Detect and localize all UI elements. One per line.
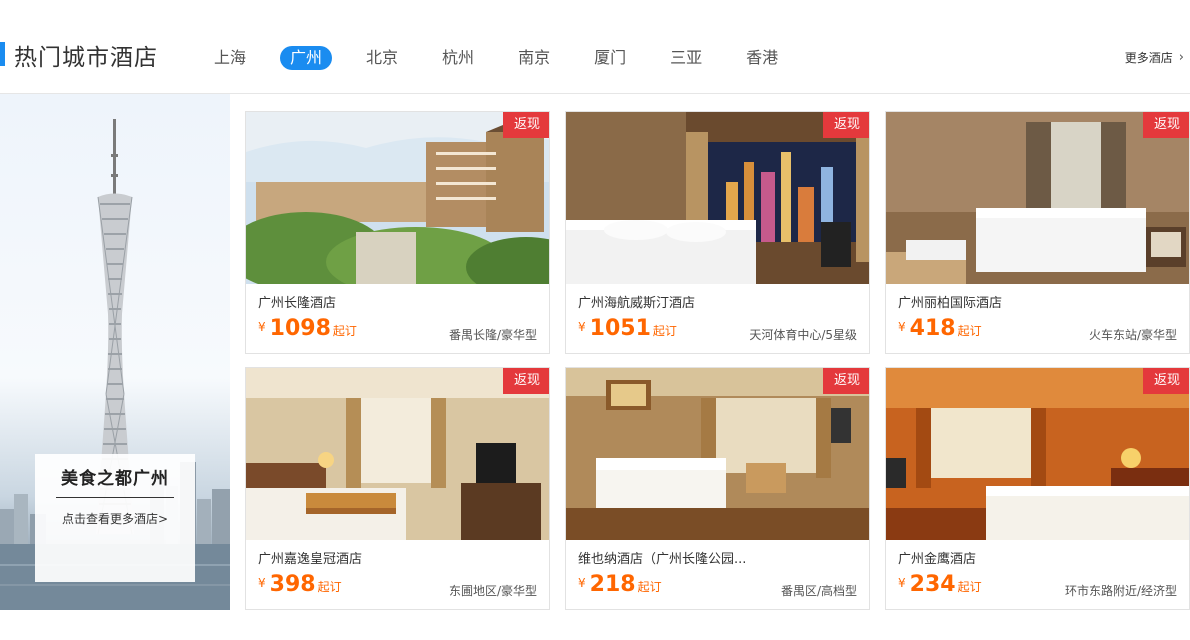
more-hotels-label: 更多酒店 [1124, 51, 1173, 65]
hotel-price: ¥1051 起订 [578, 316, 677, 341]
promo-title: 美食之都广州 [61, 469, 169, 489]
tab-hongkong[interactable]: 香港 [736, 46, 788, 70]
hotel-photo: 返现 [566, 368, 869, 540]
hotel-photo: 返现 [246, 368, 549, 540]
hotel-location: 环市东路附近/经济型 [1064, 584, 1177, 598]
hotel-name[interactable]: 广州长隆酒店 [258, 292, 458, 311]
more-hotels-link[interactable]: 更多酒店 › [1125, 49, 1184, 66]
hotel-name[interactable]: 维也纳酒店（广州长隆公园... [578, 548, 778, 567]
hotel-name[interactable]: 广州丽柏国际酒店 [898, 292, 1098, 311]
hotel-price: ¥218 起订 [578, 572, 662, 597]
tab-sanya[interactable]: 三亚 [660, 46, 712, 70]
currency-symbol: ¥ [258, 320, 266, 334]
tab-nanjing[interactable]: 南京 [508, 46, 560, 70]
price-value: 418 [909, 316, 956, 341]
price-suffix: 起订 [332, 324, 357, 338]
hotel-photo: 返现 [246, 112, 549, 284]
hotel-photo: 返现 [886, 368, 1189, 540]
price-value: 1098 [269, 316, 331, 341]
hotel-price: ¥234 起订 [898, 572, 982, 597]
price-suffix: 起订 [317, 580, 342, 594]
price-value: 1051 [589, 316, 651, 341]
currency-symbol: ¥ [578, 576, 586, 590]
tab-beijing[interactable]: 北京 [356, 46, 408, 70]
price-value: 398 [269, 572, 316, 597]
cashback-badge: 返现 [1143, 368, 1189, 394]
hotel-name[interactable]: 广州金鹰酒店 [898, 548, 1098, 567]
hotel-card[interactable]: 返现 广州长隆酒店 ¥1098 起订 番禺长隆/豪华型 [245, 111, 550, 354]
section-header: 热门城市酒店 上海 广州 北京 杭州 南京 厦门 三亚 香港 更多酒店 › [0, 0, 1190, 94]
price-value: 218 [589, 572, 636, 597]
hotel-card[interactable]: 返现 广州嘉逸皇冠酒店 ¥398 起订 东圃地区/豪华型 [245, 367, 550, 610]
hotel-name[interactable]: 广州嘉逸皇冠酒店 [258, 548, 458, 567]
currency-symbol: ¥ [578, 320, 586, 334]
price-suffix: 起订 [957, 324, 982, 338]
chevron-right-icon: › [1178, 50, 1184, 65]
cashback-badge: 返现 [823, 368, 869, 394]
cashback-badge: 返现 [823, 112, 869, 138]
price-suffix: 起订 [957, 580, 982, 594]
hotel-card[interactable]: 返现 广州海航威斯汀酒店 ¥1051 起订 天河体育中心/5星级 [565, 111, 870, 354]
hotel-price: ¥418 起订 [898, 316, 982, 341]
city-promo-banner[interactable]: 美食之都广州 点击查看更多酒店> [0, 94, 230, 610]
cashback-badge: 返现 [1143, 112, 1189, 138]
hotel-location: 番禺长隆/豪华型 [448, 328, 537, 342]
tab-shanghai[interactable]: 上海 [204, 46, 256, 70]
city-tabs: 上海 广州 北京 杭州 南京 厦门 三亚 香港 [204, 46, 812, 70]
price-value: 234 [909, 572, 956, 597]
hotel-price: ¥398 起订 [258, 572, 342, 597]
hotel-photo: 返现 [886, 112, 1189, 284]
tab-hangzhou[interactable]: 杭州 [432, 46, 484, 70]
currency-symbol: ¥ [258, 576, 266, 590]
price-suffix: 起订 [637, 580, 662, 594]
promo-more-link[interactable]: 点击查看更多酒店> [35, 510, 195, 527]
currency-symbol: ¥ [898, 576, 906, 590]
cashback-badge: 返现 [503, 368, 549, 394]
hotel-card[interactable]: 返现 广州金鹰酒店 ¥234 起订 环市东路附近/经济型 [885, 367, 1190, 610]
cashback-badge: 返现 [503, 112, 549, 138]
hotel-price: ¥1098 起订 [258, 316, 357, 341]
section-title: 热门城市酒店 [14, 45, 158, 71]
hotel-name[interactable]: 广州海航威斯汀酒店 [578, 292, 778, 311]
hotel-location: 番禺区/高档型 [780, 584, 857, 598]
title-accent-bar [0, 42, 5, 66]
promo-caption-box: 美食之都广州 点击查看更多酒店> [35, 454, 195, 582]
hotel-location: 东圃地区/豪华型 [448, 584, 537, 598]
hotel-location: 天河体育中心/5星级 [749, 328, 857, 342]
currency-symbol: ¥ [898, 320, 906, 334]
promo-divider [56, 497, 174, 498]
price-suffix: 起订 [652, 324, 677, 338]
hotel-photo: 返现 [566, 112, 869, 284]
tab-guangzhou[interactable]: 广州 [280, 46, 333, 70]
hotel-card[interactable]: 返现 广州丽柏国际酒店 ¥418 起订 火车东站/豪华型 [885, 111, 1190, 354]
hotel-location: 火车东站/豪华型 [1088, 328, 1177, 342]
tab-xiamen[interactable]: 厦门 [584, 46, 636, 70]
hotel-card[interactable]: 返现 维也纳酒店（广州长隆公园... ¥218 起订 番禺区/高档型 [565, 367, 870, 610]
